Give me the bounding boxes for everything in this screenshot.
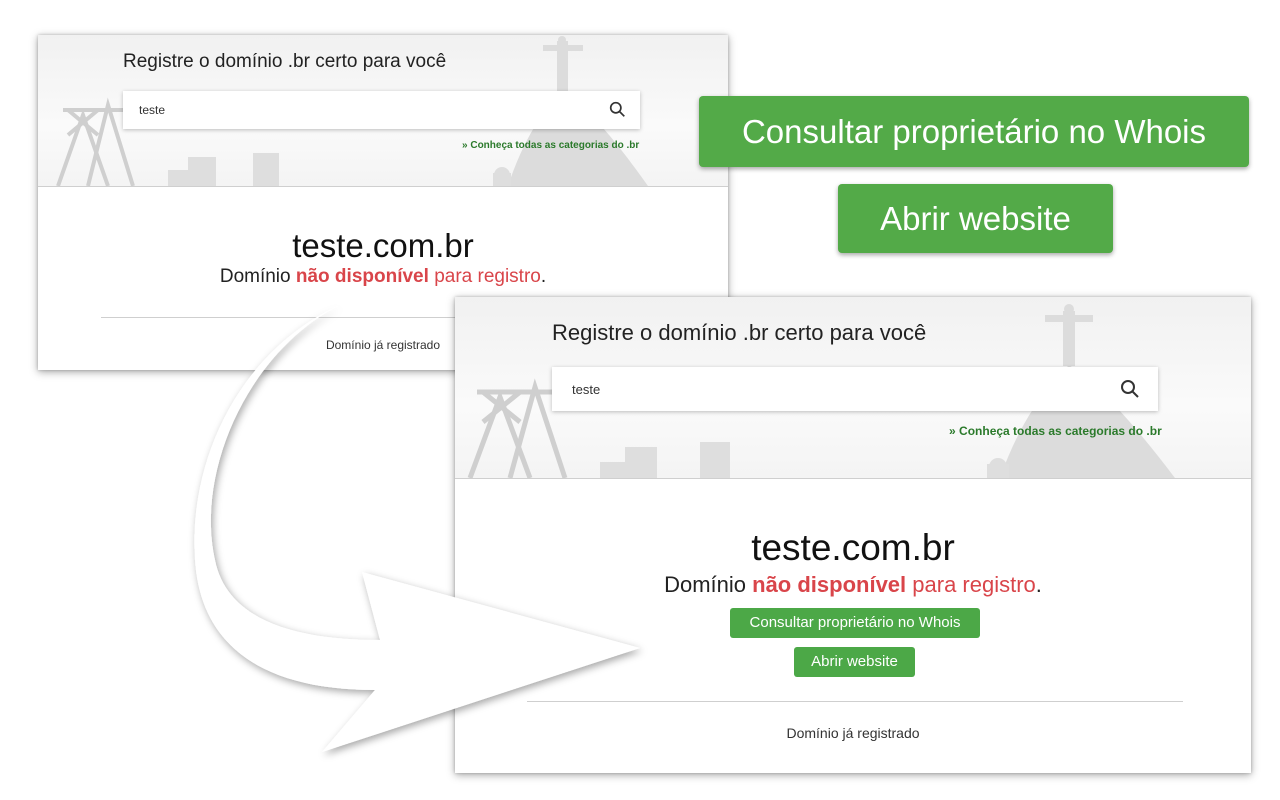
curved-arrow-icon [194, 305, 640, 752]
